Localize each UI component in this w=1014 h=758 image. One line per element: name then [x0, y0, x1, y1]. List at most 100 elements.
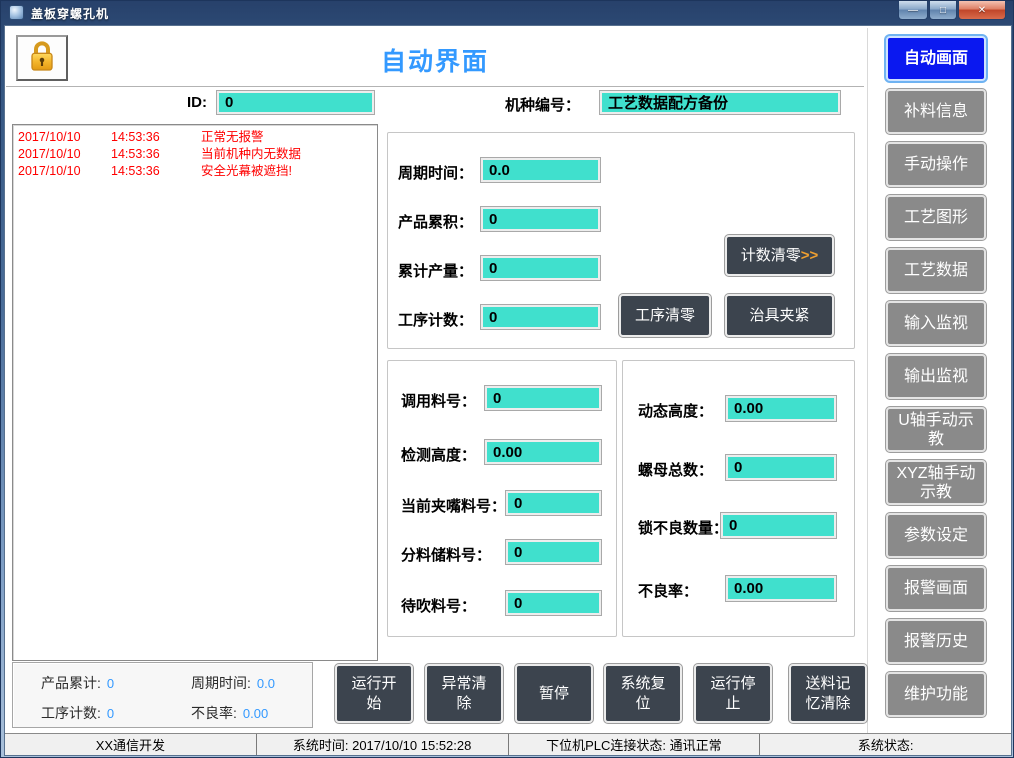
- alarm-time: 14:53:36: [111, 163, 201, 180]
- call-part-field[interactable]: 0: [485, 386, 601, 410]
- dynamic-height-label: 动态高度：: [638, 400, 713, 421]
- quality-panel: 动态高度： 0.00 螺母总数： 0 锁不良数量： 0 不良率： 0.00: [622, 360, 855, 637]
- divider-store-part-label: 分料储料号：: [401, 544, 491, 565]
- dynamic-height-field[interactable]: 0.00: [726, 396, 836, 421]
- sidebar-item-u-axis-teach[interactable]: U轴手动示教: [886, 407, 986, 452]
- status-developer: XX通信开发: [5, 734, 256, 755]
- model-number-field[interactable]: 工艺数据配方备份: [600, 91, 840, 114]
- summary-label: 周期时间:: [191, 675, 251, 691]
- run-start-button[interactable]: 运行开始: [335, 664, 413, 723]
- alarm-log-panel[interactable]: 2017/10/10 14:53:36 正常无报警 2017/10/10 14:…: [12, 124, 378, 661]
- summary-label: 产品累计:: [41, 675, 101, 691]
- sidebar-divider: [867, 28, 868, 735]
- alarm-time: 14:53:36: [111, 129, 201, 146]
- count-clear-button[interactable]: 计数清零>>: [725, 235, 834, 276]
- current-nozzle-part-field[interactable]: 0: [506, 491, 601, 515]
- product-accum-field[interactable]: 0: [481, 207, 600, 231]
- fixture-clamp-button[interactable]: 治具夹紧: [725, 294, 834, 337]
- call-part-label: 调用料号：: [401, 390, 476, 411]
- status-system-state: 系统状态:: [759, 734, 1011, 755]
- sidebar-item-xyz-axis-teach[interactable]: XYZ轴手动示教: [886, 460, 986, 505]
- pause-button[interactable]: 暂停: [515, 664, 593, 723]
- product-accum-label: 产品累积：: [398, 211, 473, 232]
- summary-product-accum: 产品累计: 0: [41, 673, 114, 693]
- id-label: ID:: [187, 94, 207, 111]
- feed-memory-clear-label: 送料记忆清除: [803, 674, 853, 714]
- summary-value: 0: [107, 676, 114, 691]
- sidebar-item-parameter-set[interactable]: 参数设定: [886, 513, 986, 558]
- system-reset-label: 系统复位: [618, 674, 668, 714]
- blow-wait-part-field[interactable]: 0: [506, 591, 601, 615]
- summary-cycle-time: 周期时间: 0.0: [191, 673, 275, 693]
- summary-process-count: 工序计数: 0: [41, 703, 114, 723]
- id-field[interactable]: 0: [217, 91, 374, 114]
- alarm-message: 正常无报警: [201, 129, 375, 146]
- material-panel: 调用料号： 0 检测高度： 0.00 当前夹嘴料号： 0 分料储料号： 0 待吹…: [387, 360, 617, 637]
- alarm-message: 当前机种内无数据: [201, 146, 375, 163]
- status-system-time: 系统时间: 2017/10/10 15:52:28: [256, 734, 508, 755]
- total-output-field[interactable]: 0: [481, 256, 600, 280]
- summary-panel: 产品累计: 0 周期时间: 0.0 工序计数: 0 不良率: 0.00: [12, 662, 313, 728]
- total-output-label: 累计产量：: [398, 260, 473, 281]
- system-reset-button[interactable]: 系统复位: [604, 664, 682, 723]
- app-icon: [9, 5, 24, 20]
- sidebar-item-auto-screen[interactable]: 自动画面: [886, 36, 986, 81]
- cycle-time-field[interactable]: 0.0: [481, 158, 600, 182]
- sidebar-item-alarm-history[interactable]: 报警历史: [886, 619, 986, 664]
- pause-label: 暂停: [539, 684, 569, 704]
- detect-height-field[interactable]: 0.00: [485, 440, 601, 464]
- nut-total-field[interactable]: 0: [726, 455, 836, 480]
- summary-value: 0.00: [243, 706, 268, 721]
- header-divider: [6, 86, 864, 87]
- cycle-time-label: 周期时间：: [398, 162, 473, 183]
- blow-wait-part-label: 待吹料号：: [401, 595, 476, 616]
- page-title: 自动界面: [5, 42, 865, 78]
- client-area: 自动界面 ID: 0 机种编号： 工艺数据配方备份 2017/10/10 14:…: [4, 25, 1012, 756]
- defect-rate-label: 不良率：: [638, 580, 698, 601]
- alarm-date: 2017/10/10: [15, 163, 111, 180]
- minimize-button[interactable]: —: [898, 1, 928, 20]
- count-clear-label: 计数清零: [741, 246, 801, 266]
- app-window: 盖板穿螺孔机 — □ ✕: [0, 0, 1014, 758]
- process-clear-button[interactable]: 工序清零: [619, 294, 711, 337]
- run-stop-button[interactable]: 运行停止: [694, 664, 772, 723]
- process-count-label: 工序计数：: [398, 309, 473, 330]
- summary-label: 工序计数:: [41, 705, 101, 721]
- lock-defect-count-label: 锁不良数量：: [638, 517, 728, 538]
- feed-memory-clear-button[interactable]: 送料记忆清除: [789, 664, 867, 723]
- detect-height-label: 检测高度：: [401, 444, 476, 465]
- summary-defect-rate: 不良率: 0.00: [191, 703, 268, 723]
- sidebar-item-refill-info[interactable]: 补料信息: [886, 89, 986, 134]
- error-clear-button[interactable]: 异常清除: [425, 664, 503, 723]
- lock-defect-count-field[interactable]: 0: [721, 513, 836, 538]
- status-plc-connection: 下位机PLC连接状态: 通讯正常: [508, 734, 760, 755]
- alarm-message: 安全光幕被遮挡!: [201, 163, 375, 180]
- alarm-log-row: 2017/10/10 14:53:36 当前机种内无数据: [15, 146, 375, 163]
- sidebar-item-process-data[interactable]: 工艺数据: [886, 248, 986, 293]
- close-button[interactable]: ✕: [958, 1, 1006, 20]
- divider-store-part-field[interactable]: 0: [506, 540, 601, 564]
- maximize-button[interactable]: □: [929, 1, 957, 20]
- sidebar-item-process-graphic[interactable]: 工艺图形: [886, 195, 986, 240]
- sidebar-item-output-monitor[interactable]: 输出监视: [886, 354, 986, 399]
- sidebar-item-maintenance[interactable]: 维护功能: [886, 672, 986, 717]
- status-bar: XX通信开发 系统时间: 2017/10/10 15:52:28 下位机PLC连…: [5, 733, 1011, 755]
- alarm-time: 14:53:36: [111, 146, 201, 163]
- counters-panel: 周期时间： 0.0 产品累积： 0 累计产量： 0 工序计数： 0 计数清零>>…: [387, 132, 855, 349]
- current-nozzle-part-label: 当前夹嘴料号：: [401, 495, 506, 516]
- sidebar-item-input-monitor[interactable]: 输入监视: [886, 301, 986, 346]
- alarm-log-row: 2017/10/10 14:53:36 正常无报警: [15, 129, 375, 146]
- error-clear-label: 异常清除: [439, 674, 489, 714]
- alarm-date: 2017/10/10: [15, 129, 111, 146]
- sidebar-item-manual-operation[interactable]: 手动操作: [886, 142, 986, 187]
- process-count-field[interactable]: 0: [481, 305, 600, 329]
- title-bar[interactable]: 盖板穿螺孔机 — □ ✕: [1, 1, 1013, 25]
- alarm-date: 2017/10/10: [15, 146, 111, 163]
- sidebar-item-alarm-screen[interactable]: 报警画面: [886, 566, 986, 611]
- summary-value: 0: [107, 706, 114, 721]
- defect-rate-field[interactable]: 0.00: [726, 576, 836, 601]
- summary-label: 不良率:: [191, 705, 237, 721]
- nut-total-label: 螺母总数：: [638, 459, 713, 480]
- window-title: 盖板穿螺孔机: [31, 5, 109, 22]
- summary-value: 0.0: [257, 676, 275, 691]
